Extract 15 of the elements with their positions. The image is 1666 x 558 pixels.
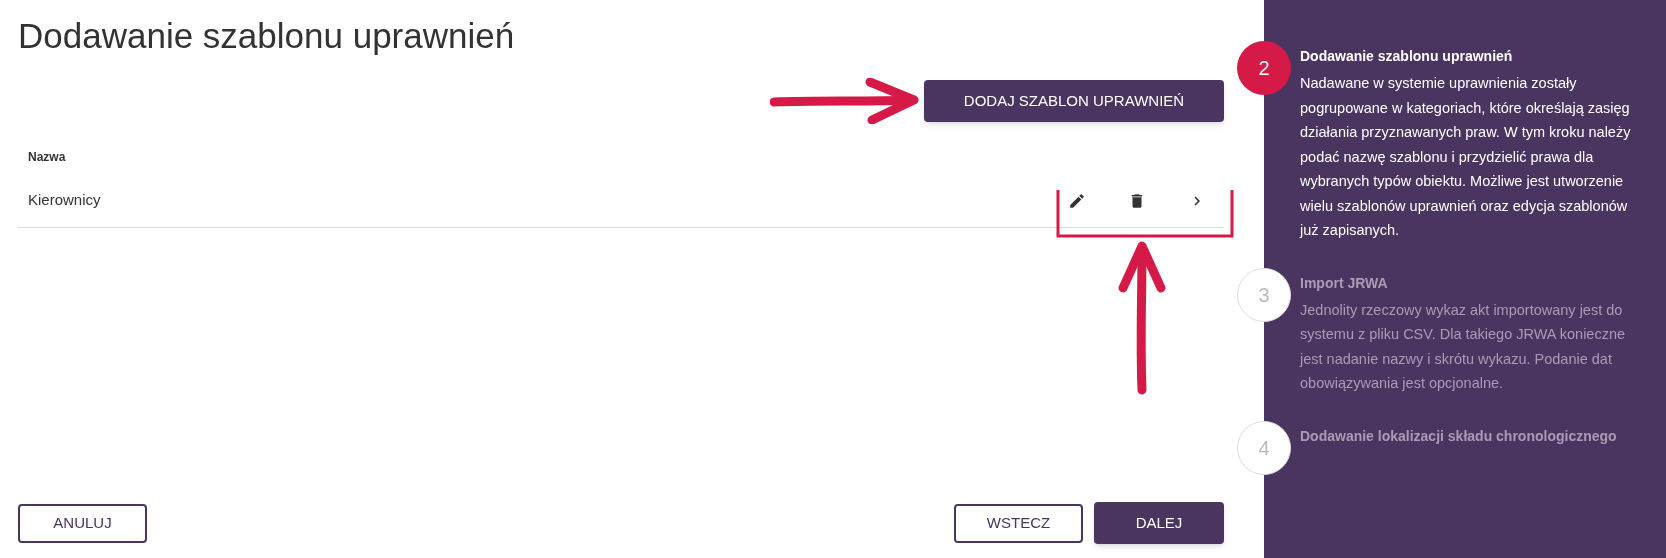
page-title: Dodawanie szablonu uprawnień: [18, 15, 515, 57]
column-header: Nazwa: [28, 150, 66, 164]
add-template-button[interactable]: DODAJ SZABLON UPRAWNIEŃ: [924, 80, 1224, 122]
cancel-button[interactable]: ANULUJ: [18, 503, 147, 543]
step-number: 2: [1237, 41, 1291, 95]
step-number: 4: [1237, 420, 1291, 475]
step-title: Import JRWA: [1300, 273, 1389, 293]
step-title: Dodawanie lokalizacji składu chronologicznego: [1300, 426, 1618, 446]
back-button[interactable]: WSTECZ: [954, 503, 1083, 543]
step-description: Jednolity rzeczowy wykaz akt importowany jest do systemu z pliku CSV. Dla takiego JRWA konieczne jest nadanie nazwy i skrótu wykazu. Podanie dat obowiązywania jest opcjonalne.: [1300, 300, 1627, 393]
table-cell-text: Kierownicy: [28, 190, 102, 211]
next-button[interactable]: DALEJ: [1094, 502, 1224, 544]
step-description: Nadawane w systemie uprawnienia zostały pogrupowane w kategoriach, które określają zasięg działania przyznawanych praw. W tym kroku należy podać nazwę szablonu i przydzielić prawa dla wybranych typów obiektu. Możliwe jest utworzenie wielu szablonów uprawnień oraz edycja szablonów już zapisanych.: [1300, 74, 1632, 240]
step-number: 3: [1237, 267, 1291, 322]
step-title: Dodawanie szablonu uprawnień: [1300, 47, 1514, 66]
